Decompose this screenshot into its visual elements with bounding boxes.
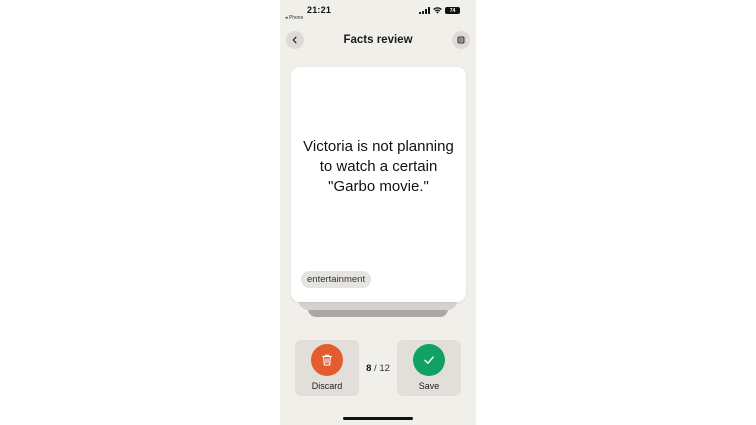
progress-counter: 8 / 12	[362, 363, 394, 374]
home-indicator[interactable]	[343, 417, 413, 420]
progress-current: 8	[366, 363, 372, 374]
fact-card[interactable]: Victoria is not planning to watch a cert…	[291, 67, 466, 302]
trash-icon	[321, 354, 333, 366]
discard-label: Discard	[311, 381, 343, 391]
save-circle	[413, 344, 445, 376]
status-back-app[interactable]: ◂ Phone	[285, 15, 303, 21]
status-time: 21:21	[307, 5, 332, 15]
signal-icon	[419, 7, 430, 14]
list-icon	[457, 36, 465, 44]
battery-icon: 74	[445, 7, 460, 14]
fact-text: Victoria is not planning to watch a cert…	[303, 138, 454, 195]
page-title: Facts review	[343, 34, 413, 46]
save-label: Save	[418, 381, 440, 391]
wifi-icon	[433, 7, 442, 14]
status-icons: 74	[419, 7, 460, 14]
progress-total: 12	[379, 363, 390, 374]
checkmark-icon	[424, 356, 434, 364]
save-button[interactable]: Save	[397, 340, 461, 396]
category-tag: entertainment	[301, 271, 372, 288]
progress-separator: /	[374, 363, 377, 374]
menu-button[interactable]	[452, 31, 470, 49]
discard-button[interactable]: Discard	[295, 340, 359, 396]
discard-circle	[311, 344, 343, 376]
phone-screen: 21:21 ◂ Phone 74 Facts review Victoria i…	[280, 0, 476, 425]
